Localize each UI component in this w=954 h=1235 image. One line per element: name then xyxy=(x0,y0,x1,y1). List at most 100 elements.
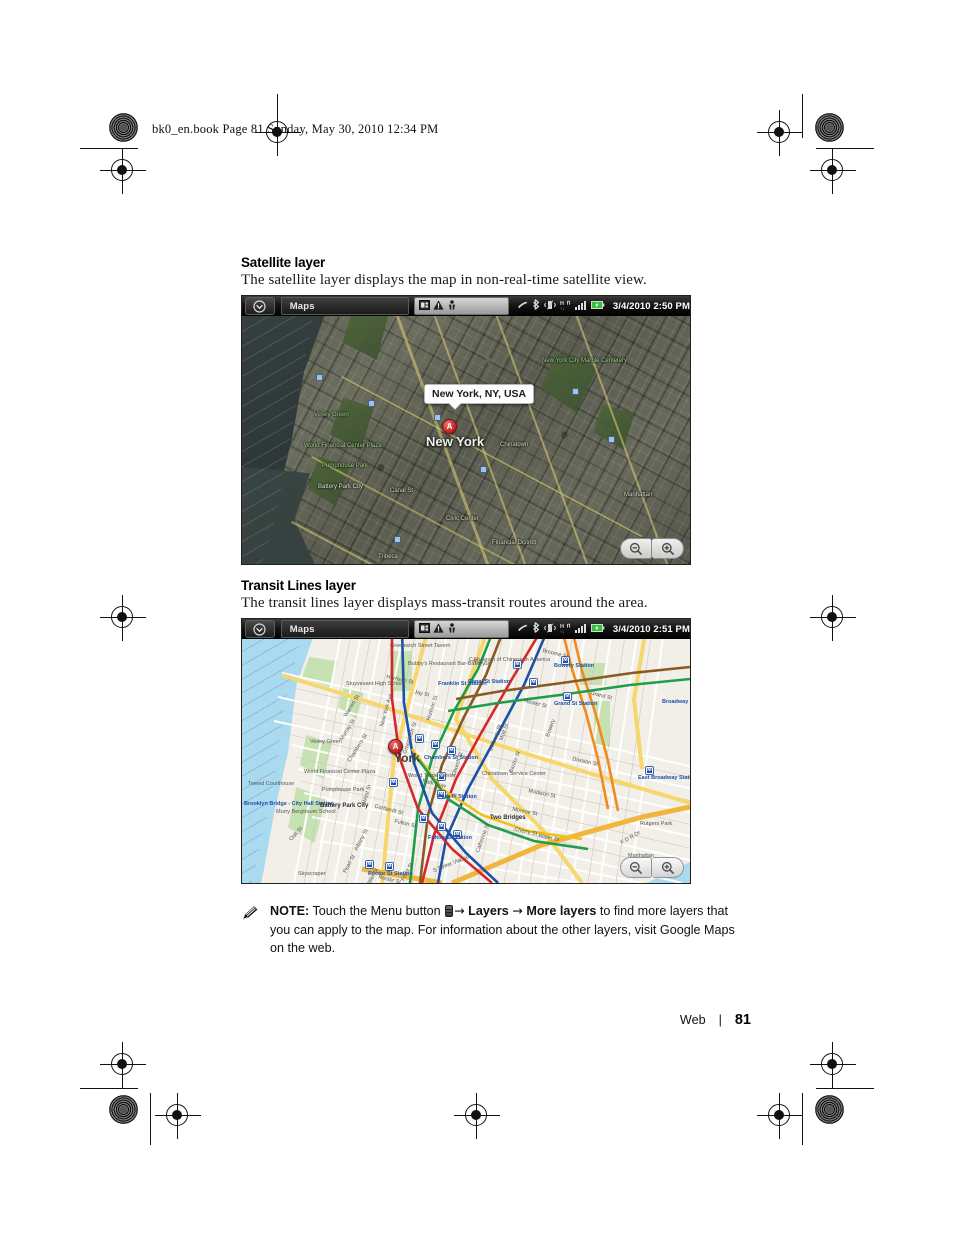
station-marker[interactable]: M xyxy=(646,767,653,774)
satellite-statusbar: Maps H ↑↓ 3/4/2010 2:50 PM xyxy=(242,296,690,316)
map-poi-marker[interactable] xyxy=(572,388,579,395)
station-marker[interactable]: M xyxy=(390,779,397,786)
place-label: Two Bridges xyxy=(490,815,526,821)
note-text-part1: Touch the Menu button xyxy=(309,904,445,918)
note-arrow-2: → xyxy=(512,903,523,918)
station-label: Fulton St Station xyxy=(428,835,472,841)
map-poi-marker[interactable] xyxy=(480,466,487,473)
halftone-dot-top-right xyxy=(815,113,844,142)
crosshair-top-right-outer xyxy=(810,148,856,194)
menu-button-icon xyxy=(445,905,454,917)
transit-app-title: Maps xyxy=(280,620,409,638)
station-marker[interactable]: M xyxy=(530,679,537,686)
section-heading-transit: Transit Lines layer xyxy=(241,578,356,593)
vibrate-icon xyxy=(543,297,556,315)
transit-map-canvas[interactable]: M M M M M M M M M M M M M M M M Franklin… xyxy=(242,639,690,883)
magnifier-plus-icon[interactable] xyxy=(652,857,684,878)
station-label: East Broadway Station xyxy=(638,775,690,781)
hspa-data-icon: H ↑↓ xyxy=(560,620,571,638)
note-text: NOTE: Touch the Menu button → Layers → M… xyxy=(270,902,751,958)
halftone-dot-top-left xyxy=(109,113,138,142)
station-label: Bowery Station xyxy=(554,663,595,669)
satellite-map-canvas[interactable]: Vesey Green World Financial Center Plaza… xyxy=(242,316,690,564)
crosshair-bottom-left-outer xyxy=(100,1042,146,1088)
vibrate-icon xyxy=(543,620,556,638)
station-label: Canal St Station xyxy=(468,679,511,685)
transit-statusbar: Maps H ↑↓ 3/4/2010 2:51 PM xyxy=(242,619,690,639)
crosshair-top-right-inner xyxy=(757,110,803,156)
page-content: Satellite layer The satellite layer disp… xyxy=(241,255,761,884)
cutline xyxy=(80,1088,138,1089)
cutline xyxy=(80,148,138,149)
station-marker[interactable]: M xyxy=(564,693,571,700)
station-label: Park Pl Station xyxy=(438,794,477,800)
page-footer: Web | 81 xyxy=(241,1012,751,1028)
cutline xyxy=(802,94,803,138)
city-label: York xyxy=(394,751,420,765)
station-marker[interactable]: M xyxy=(448,747,455,754)
crosshair-left-center xyxy=(100,595,146,641)
map-poi-marker[interactable] xyxy=(368,400,375,407)
cutline xyxy=(816,148,874,149)
map-poi-marker[interactable] xyxy=(608,436,615,443)
note-link-more-layers: More layers xyxy=(526,904,597,918)
battery-charging-icon xyxy=(590,297,605,315)
footer-separator: | xyxy=(718,1013,722,1027)
map-location-marker[interactable]: A xyxy=(388,739,403,754)
magnifier-plus-icon[interactable] xyxy=(652,538,684,559)
crosshair-right-center xyxy=(810,595,856,641)
pencil-note-icon xyxy=(241,902,261,958)
map-location-marker[interactable]: A xyxy=(442,419,457,434)
note-arrow-1: → xyxy=(454,903,465,918)
cutline xyxy=(150,1093,151,1145)
station-marker[interactable]: M xyxy=(432,741,439,748)
place-label: Vesey Green xyxy=(310,739,342,745)
station-marker[interactable]: M xyxy=(386,863,393,870)
cutline xyxy=(802,1093,803,1145)
bluetooth-icon xyxy=(532,297,540,315)
place-label: Rutgers Park xyxy=(640,821,673,827)
transit-notification-area[interactable] xyxy=(413,620,509,638)
station-label: Chambers St Station xyxy=(424,755,479,761)
station-marker[interactable]: M xyxy=(416,735,423,742)
footer-section-name: Web xyxy=(679,1013,706,1027)
satellite-zoom-controls[interactable] xyxy=(620,538,684,559)
map-poi-marker[interactable] xyxy=(316,374,323,381)
svg-text:↑↓: ↑↓ xyxy=(560,629,565,633)
place-label: World Trade Center xyxy=(408,773,456,779)
usb-debug-icon xyxy=(447,620,457,638)
section-heading-satellite: Satellite layer xyxy=(241,255,326,270)
book-header-line: bk0_en.book Page 81 Sunday, May 30, 2010… xyxy=(152,122,439,136)
satellite-screenshot: Maps H ↑↓ 3/4/2010 2:50 PM Vesey Green W… xyxy=(241,295,691,565)
place-label: World Financial Center Plaza xyxy=(304,769,376,775)
transit-zoom-controls[interactable] xyxy=(620,857,684,878)
station-marker[interactable]: M xyxy=(366,861,373,868)
station-marker[interactable]: M xyxy=(420,815,427,822)
satellite-notification-area[interactable] xyxy=(413,297,509,315)
place-label: Skyscraper xyxy=(298,871,326,877)
bluetooth-icon xyxy=(532,620,540,638)
crosshair-bottom-right-inner xyxy=(757,1093,803,1139)
footer-page-number: 81 xyxy=(734,1012,751,1028)
crosshair-bottom-left-inner xyxy=(155,1093,201,1139)
chevron-down-circle-icon[interactable] xyxy=(245,297,275,315)
transit-screenshot: Maps H ↑↓ 3/4/2010 2:51 PM M M M M M M M… xyxy=(241,618,691,884)
map-poi-marker[interactable] xyxy=(434,414,441,421)
signal-bars-icon xyxy=(574,620,587,638)
chevron-down-circle-icon[interactable] xyxy=(245,620,275,638)
silent-mode-icon xyxy=(517,620,528,638)
map-poi-marker[interactable] xyxy=(394,536,401,543)
place-label: Bubby's Restaurant Bar-Bakery xyxy=(408,661,485,668)
warning-triangle-icon xyxy=(433,297,444,315)
signal-bars-icon xyxy=(574,297,587,315)
station-marker[interactable]: M xyxy=(438,823,445,830)
station-label: Broadway Station xyxy=(662,699,690,705)
magnifier-minus-icon[interactable] xyxy=(620,538,652,559)
crosshair-top-left-outer xyxy=(100,148,146,194)
location-callout[interactable]: New York, NY, USA xyxy=(424,384,535,404)
place-label: Murry Bergtraum School xyxy=(276,809,336,815)
warning-triangle-icon xyxy=(433,620,444,638)
transit-system-icons: H ↑↓ xyxy=(513,620,609,638)
crosshair-bottom-right-outer xyxy=(810,1042,856,1088)
magnifier-minus-icon[interactable] xyxy=(620,857,652,878)
